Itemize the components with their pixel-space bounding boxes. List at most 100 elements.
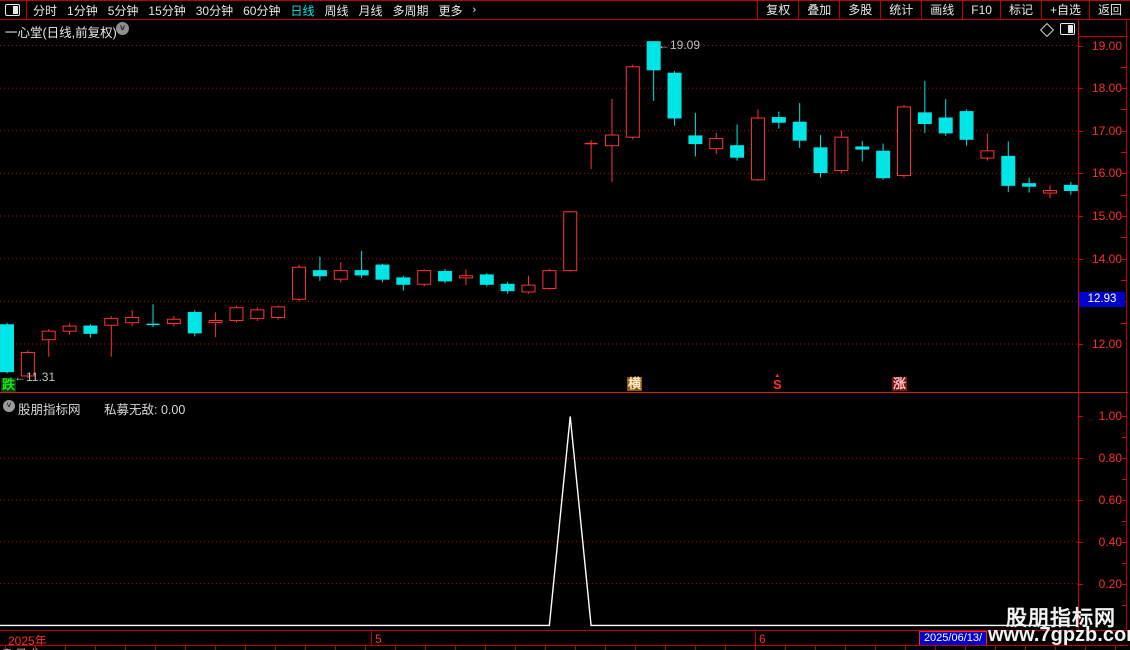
right-border-line bbox=[1126, 20, 1127, 646]
bottom-tick bbox=[575, 646, 576, 650]
price-label-17.00: 17.00 bbox=[1091, 123, 1122, 138]
border-tick bbox=[1121, 216, 1126, 218]
axis-tick bbox=[1078, 130, 1083, 132]
menu-item-返回[interactable]: 返回 bbox=[1088, 1, 1130, 19]
menu-item-+自选[interactable]: +自选 bbox=[1040, 1, 1089, 19]
main-menu: 复权 叠加 多股 统计 画线 F10 标记 +自选 返回 bbox=[757, 1, 1130, 19]
border-tick bbox=[1122, 437, 1126, 439]
menu-item-1分钟[interactable]: 1分钟 bbox=[67, 2, 98, 19]
axis-tick bbox=[1078, 343, 1083, 345]
axis-tick bbox=[1078, 458, 1083, 460]
border-tick bbox=[1121, 66, 1126, 68]
bottom-tick bbox=[545, 646, 546, 650]
bottom-tick bbox=[965, 646, 966, 650]
bottom-tick bbox=[245, 646, 246, 650]
more-chevron-icon[interactable]: › bbox=[473, 4, 477, 16]
menu-item-月线[interactable]: 月线 bbox=[359, 2, 383, 19]
price-label-19.00: 19.00 bbox=[1091, 38, 1122, 53]
menu-item-15分钟[interactable]: 15分钟 bbox=[148, 2, 185, 19]
month-divider bbox=[371, 631, 372, 645]
axis-tick bbox=[1078, 500, 1083, 501]
indicator-label-0.80: 0.80 bbox=[1098, 451, 1122, 466]
menu-item-统计[interactable]: 统计 bbox=[880, 1, 921, 19]
axis-tick bbox=[1078, 416, 1083, 418]
high-price-annotation: ←19.09 bbox=[658, 38, 701, 52]
border-tick bbox=[1122, 500, 1126, 501]
border-tick bbox=[1122, 583, 1126, 585]
bottom-tick bbox=[395, 646, 396, 650]
bottom-tick bbox=[935, 646, 936, 650]
bottom-tick bbox=[875, 646, 876, 650]
axis-tick bbox=[1078, 216, 1083, 218]
menu-item-标记[interactable]: 标记 bbox=[999, 1, 1041, 19]
bottom-tick bbox=[815, 646, 816, 650]
bottom-tick bbox=[215, 646, 216, 650]
border-tick bbox=[1121, 194, 1126, 196]
indicator-chart[interactable] bbox=[0, 393, 1078, 630]
bottom-tick bbox=[455, 646, 456, 650]
price-label-15.00: 15.00 bbox=[1091, 209, 1122, 224]
axis-top-line bbox=[1078, 36, 1127, 37]
signal-marker-sideways: 横 bbox=[627, 376, 643, 391]
menu-item-周线[interactable]: 周线 bbox=[324, 2, 348, 19]
bottom-tick bbox=[275, 646, 276, 650]
border-tick bbox=[1122, 479, 1126, 481]
border-tick bbox=[1121, 280, 1126, 282]
clipped-bottom-text: 卖买分 bbox=[2, 646, 72, 650]
bottom-tick bbox=[485, 646, 486, 650]
bottom-tick bbox=[305, 646, 306, 650]
price-label-16.00: 16.00 bbox=[1091, 166, 1122, 181]
border-tick bbox=[1121, 237, 1126, 239]
candlestick-chart[interactable] bbox=[0, 20, 1078, 393]
bottom-tick bbox=[845, 646, 846, 650]
border-tick bbox=[1121, 109, 1126, 111]
watermark-url: www.7gpzb.com bbox=[988, 624, 1130, 646]
month-label-5: 5 bbox=[375, 632, 382, 646]
menu-item-30分钟[interactable]: 30分钟 bbox=[196, 2, 233, 19]
month-label-6: 6 bbox=[759, 632, 766, 646]
menu-item-多股[interactable]: 多股 bbox=[839, 1, 880, 19]
price-label-12.00: 12.00 bbox=[1091, 336, 1122, 351]
menu-item-F10[interactable]: F10 bbox=[962, 1, 1000, 19]
bottom-tick bbox=[155, 646, 156, 650]
menu-item-叠加[interactable]: 叠加 bbox=[798, 1, 839, 19]
menu-item-日线[interactable]: 日线 bbox=[290, 2, 314, 19]
signal-marker-up: 涨 bbox=[892, 376, 908, 391]
bottom-tick bbox=[365, 646, 366, 650]
low-price-annotation: ←11.31 bbox=[14, 370, 56, 384]
border-tick bbox=[1122, 541, 1126, 543]
menu-item-画线[interactable]: 画线 bbox=[921, 1, 962, 19]
current-price-marker: 12.93 bbox=[1079, 292, 1125, 307]
bottom-tick bbox=[665, 646, 666, 650]
bottom-tick bbox=[425, 646, 426, 650]
border-tick bbox=[1121, 173, 1126, 175]
menu-bar: 分时 1分钟 5分钟 15分钟 30分钟 60分钟 日线 周线 月线 多周期 更多 › 复权 叠加 多股统… bbox=[0, 0, 1130, 20]
menu-item-60分钟[interactable]: 60分钟 bbox=[243, 2, 280, 19]
border-tick bbox=[1121, 322, 1126, 324]
layout-toggle-icon[interactable] bbox=[5, 4, 20, 16]
bottom-tick bbox=[125, 646, 126, 650]
bottom-tick bbox=[725, 646, 726, 650]
menu-item-分时[interactable]: 分时 bbox=[33, 2, 57, 19]
border-tick bbox=[1122, 562, 1126, 564]
menu-item-更多[interactable]: 更多 bbox=[439, 2, 463, 19]
axis-tick bbox=[1078, 173, 1083, 175]
axis-tick bbox=[1078, 541, 1083, 543]
signal-marker-buy: ▲ S bbox=[773, 373, 782, 392]
bottom-tick bbox=[785, 646, 786, 650]
bottom-tick bbox=[695, 646, 696, 650]
bottom-tick-strip bbox=[0, 646, 1128, 650]
border-tick bbox=[1122, 416, 1126, 418]
axis-tick bbox=[1078, 45, 1083, 47]
app-window: 分时 1分钟 5分钟 15分钟 30分钟 60分钟 日线 周线 月线 多周期 更多 › 复权 叠加 多股统… bbox=[0, 0, 1130, 650]
price-label-14.00: 14.00 bbox=[1091, 251, 1122, 266]
border-tick bbox=[1121, 130, 1126, 132]
indicator-label-0.20: 0.20 bbox=[1098, 576, 1122, 591]
price-label-18.00: 18.00 bbox=[1091, 81, 1122, 96]
menu-item-5分钟[interactable]: 5分钟 bbox=[108, 2, 139, 19]
menu-item-多周期[interactable]: 多周期 bbox=[393, 2, 429, 19]
signal-marker-down: 跌 bbox=[1, 377, 17, 392]
bottom-tick bbox=[515, 646, 516, 650]
menu-item-复权[interactable]: 复权 bbox=[757, 1, 798, 19]
timeframe-menu: 分时 1分钟 5分钟 15分钟 30分钟 60分钟 日线 周线 月线 多周期 更多 › bbox=[33, 1, 476, 19]
